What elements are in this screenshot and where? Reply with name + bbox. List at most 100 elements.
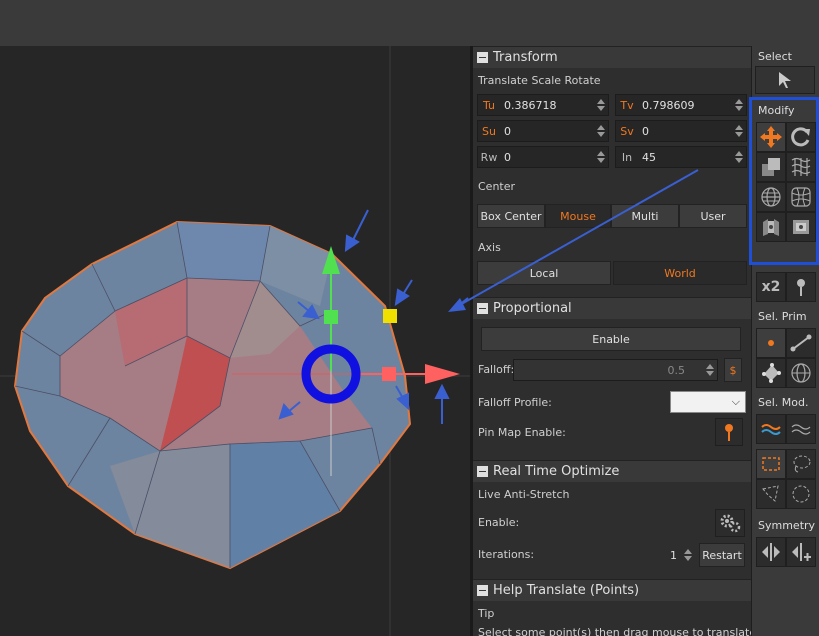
move-icon <box>760 126 782 148</box>
falloff-unit-button[interactable]: $ <box>724 358 742 382</box>
world-axis-button[interactable]: World <box>613 261 747 285</box>
arrow-pointer-icon <box>779 72 791 88</box>
tu-spinner[interactable] <box>594 95 608 115</box>
axis-label: Axis <box>478 241 501 254</box>
sv-field[interactable]: Sv 0 <box>615 120 747 142</box>
modify-label: Modify <box>758 104 795 117</box>
tu-field[interactable]: Tu 0.386718 <box>477 94 609 116</box>
tv-spinner[interactable] <box>732 95 746 115</box>
iterations-field[interactable]: 1 <box>649 544 695 566</box>
select-tool-button[interactable] <box>755 66 815 94</box>
pin-icon <box>797 279 805 296</box>
symmetry-label: Symmetry <box>758 519 816 532</box>
restart-button[interactable]: Restart <box>699 543 745 567</box>
rotate-icon <box>791 127 810 147</box>
symmetry-add-button[interactable] <box>786 537 816 567</box>
tv-value[interactable]: 0.798609 <box>638 99 732 112</box>
falloff-label: Falloff: <box>478 363 515 376</box>
tv-tag: Tv <box>620 98 634 112</box>
collapse-icon[interactable] <box>477 52 488 63</box>
multi-center-button[interactable]: Multi <box>611 204 679 228</box>
collapse-icon[interactable] <box>477 303 488 314</box>
section-title: Real Time Optimize <box>493 464 620 479</box>
su-value[interactable]: 0 <box>500 125 594 138</box>
tools-column: Select Modify x2 Sel. Prim Sel. Mod. Sym… <box>749 46 819 636</box>
rotate-tool-button[interactable] <box>786 122 816 152</box>
rw-field[interactable]: Rw 0 <box>477 146 609 168</box>
proportional-enable-button[interactable]: Enable <box>481 327 741 351</box>
warp-tool-button[interactable] <box>786 152 816 182</box>
gizmo-xy-handle[interactable] <box>383 309 397 323</box>
in-spinner[interactable] <box>732 147 746 167</box>
polygon-select-button[interactable] <box>756 479 786 509</box>
in-value[interactable]: 45 <box>638 151 732 164</box>
sv-value[interactable]: 0 <box>638 125 732 138</box>
tu-value[interactable]: 0.386718 <box>500 99 594 112</box>
gizmo-x-arrow[interactable] <box>425 364 460 384</box>
mouse-center-button[interactable]: Mouse <box>545 204 611 228</box>
optimize-enable-toggle[interactable] <box>715 509 745 537</box>
unfold-tool-button[interactable] <box>756 212 786 242</box>
select-borders-button[interactable] <box>786 414 816 444</box>
su-tag: Su <box>482 124 496 138</box>
select-seams-button[interactable] <box>756 414 786 444</box>
su-field[interactable]: Su 0 <box>477 120 609 142</box>
local-axis-button[interactable]: Local <box>477 261 611 285</box>
transform-modes-label: Translate Scale Rotate <box>478 74 601 87</box>
optimize-enable-label: Enable: <box>478 516 520 529</box>
mirror-icon <box>762 543 780 561</box>
fold-tool-button[interactable] <box>786 212 816 242</box>
properties-panel: Transform Translate Scale Rotate Tu 0.38… <box>473 46 751 636</box>
falloff-slider[interactable]: 0.5 <box>513 359 718 381</box>
in-field[interactable]: In 45 <box>615 146 747 168</box>
falloff-profile-select[interactable]: ⌵ <box>670 391 746 413</box>
section-title: Proportional <box>493 301 572 316</box>
pin-map-label: Pin Map Enable: <box>478 426 566 439</box>
pin-map-toggle[interactable] <box>715 418 743 446</box>
falloff-value[interactable]: 0.5 <box>514 364 703 377</box>
box-center-button[interactable]: Box Center <box>477 204 545 228</box>
tu-tag: Tu <box>482 98 496 112</box>
help-section-header[interactable]: Help Translate (Points) <box>473 579 751 601</box>
scale-tool-button[interactable] <box>756 152 786 182</box>
sel-mod-label: Sel. Mod. <box>758 396 809 409</box>
falloff-spinner[interactable] <box>703 360 717 380</box>
select-faces-button[interactable] <box>756 358 786 388</box>
rw-tag: Rw <box>480 150 498 164</box>
optimize-section-header[interactable]: Real Time Optimize <box>473 460 751 482</box>
select-points-button[interactable] <box>756 328 786 358</box>
rw-spinner[interactable] <box>594 147 608 167</box>
user-center-button[interactable]: User <box>679 204 747 228</box>
iterations-value[interactable]: 1 <box>649 549 681 562</box>
select-edges-button[interactable] <box>786 328 816 358</box>
proportional-section-header[interactable]: Proportional <box>473 297 751 319</box>
move-tool-button[interactable] <box>756 122 786 152</box>
x2-tool-button[interactable]: x2 <box>756 272 786 302</box>
pinch-tool-button[interactable] <box>786 182 816 212</box>
falloff-profile-label: Falloff Profile: <box>478 396 552 409</box>
pin-tool-button[interactable] <box>786 272 816 302</box>
gizmo-x-handle[interactable] <box>382 367 396 381</box>
mirror-plus-icon <box>792 543 811 561</box>
sphere-tool-button[interactable] <box>756 182 786 212</box>
uv-viewport[interactable] <box>0 46 470 636</box>
x2-label: x2 <box>761 279 781 295</box>
polygon-marquee-icon <box>762 485 779 502</box>
wave-grid-icon <box>791 157 811 176</box>
uv-mesh-canvas[interactable] <box>0 46 470 636</box>
select-islands-button[interactable] <box>786 358 816 388</box>
transform-section-header[interactable]: Transform <box>473 46 751 68</box>
sv-spinner[interactable] <box>732 121 746 141</box>
collapse-icon[interactable] <box>477 466 488 477</box>
gizmo-y-handle[interactable] <box>324 310 338 324</box>
iterations-spinner[interactable] <box>681 545 695 565</box>
tv-field[interactable]: Tv 0.798609 <box>615 94 747 116</box>
su-spinner[interactable] <box>594 121 608 141</box>
symmetry-mirror-button[interactable] <box>756 537 786 567</box>
edge-icon <box>790 334 812 352</box>
collapse-icon[interactable] <box>477 585 488 596</box>
rect-select-button[interactable] <box>756 449 786 479</box>
circle-select-button[interactable] <box>786 479 816 509</box>
rw-value[interactable]: 0 <box>500 151 594 164</box>
lasso-select-button[interactable] <box>786 449 816 479</box>
